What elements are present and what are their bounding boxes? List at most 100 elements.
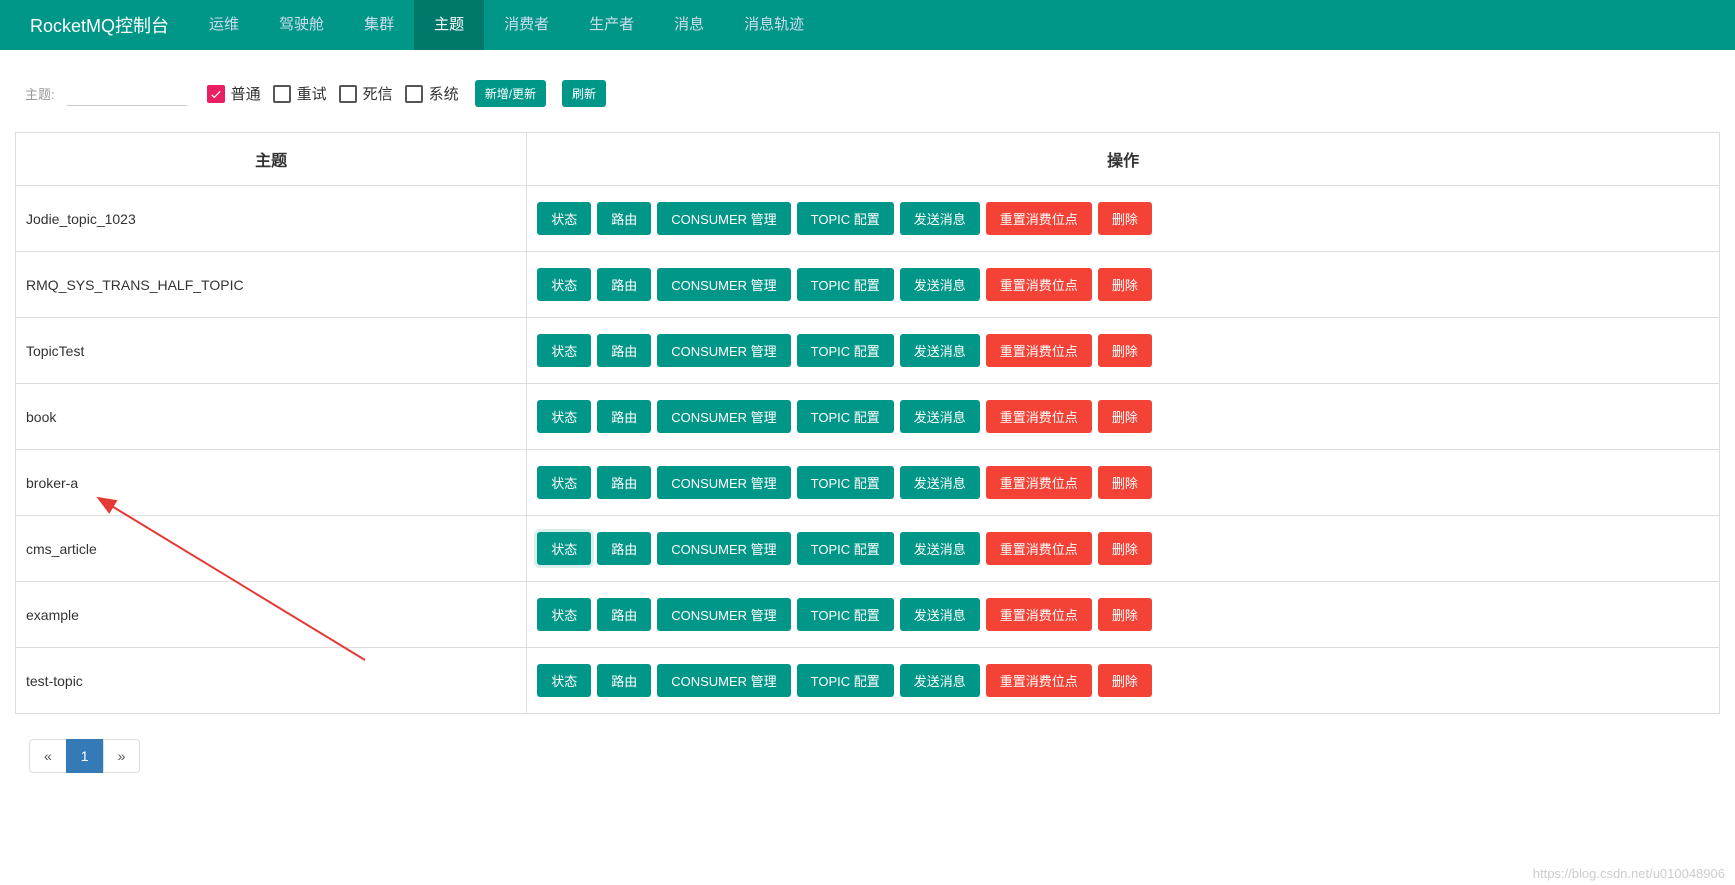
add-update-button[interactable]: 新增/更新	[475, 80, 546, 107]
topic-name-cell: TopicTest	[16, 318, 527, 384]
operations-cell: 状态路由CONSUMER 管理TOPIC 配置发送消息重置消费位点删除	[527, 384, 1720, 450]
topic-config-button[interactable]: TOPIC 配置	[797, 532, 894, 565]
send-message-button[interactable]: 发送消息	[900, 202, 980, 235]
nav-item-4[interactable]: 消费者	[484, 0, 569, 50]
page-next[interactable]: »	[103, 739, 141, 773]
filter-checkbox-3[interactable]: 系统	[405, 83, 459, 104]
route-button[interactable]: 路由	[597, 400, 651, 433]
delete-button[interactable]: 删除	[1098, 400, 1152, 433]
consumer-manage-button[interactable]: CONSUMER 管理	[657, 268, 790, 301]
column-header-topic: 主题	[16, 133, 527, 186]
filter-checkbox-0[interactable]: 普通	[207, 83, 261, 104]
table-row: test-topic 状态路由CONSUMER 管理TOPIC 配置发送消息重置消…	[16, 648, 1720, 714]
route-button[interactable]: 路由	[597, 466, 651, 499]
reset-consumer-offset-button[interactable]: 重置消费位点	[986, 334, 1092, 367]
send-message-button[interactable]: 发送消息	[900, 466, 980, 499]
table-row: broker-a 状态路由CONSUMER 管理TOPIC 配置发送消息重置消费位…	[16, 450, 1720, 516]
status-button[interactable]: 状态	[537, 532, 591, 565]
consumer-manage-button[interactable]: CONSUMER 管理	[657, 532, 790, 565]
topic-name-cell: broker-a	[16, 450, 527, 516]
reset-consumer-offset-button[interactable]: 重置消费位点	[986, 466, 1092, 499]
watermark: https://blog.csdn.net/u010048906	[1533, 866, 1725, 881]
delete-button[interactable]: 删除	[1098, 268, 1152, 301]
send-message-button[interactable]: 发送消息	[900, 268, 980, 301]
refresh-button[interactable]: 刷新	[562, 80, 606, 107]
topic-config-button[interactable]: TOPIC 配置	[797, 400, 894, 433]
topic-config-button[interactable]: TOPIC 配置	[797, 202, 894, 235]
delete-button[interactable]: 删除	[1098, 598, 1152, 631]
topic-name-cell: example	[16, 582, 527, 648]
operations-cell: 状态路由CONSUMER 管理TOPIC 配置发送消息重置消费位点删除	[527, 516, 1720, 582]
delete-button[interactable]: 删除	[1098, 334, 1152, 367]
reset-consumer-offset-button[interactable]: 重置消费位点	[986, 268, 1092, 301]
topic-name-cell: Jodie_topic_1023	[16, 186, 527, 252]
table-row: cms_article状态路由CONSUMER 管理TOPIC 配置发送消息重置…	[16, 516, 1720, 582]
checkbox-icon	[273, 85, 291, 103]
consumer-manage-button[interactable]: CONSUMER 管理	[657, 664, 790, 697]
send-message-button[interactable]: 发送消息	[900, 598, 980, 631]
filter-row: 主题: 普通重试死信系统 新增/更新 刷新	[15, 75, 1720, 132]
consumer-manage-button[interactable]: CONSUMER 管理	[657, 598, 790, 631]
route-button[interactable]: 路由	[597, 532, 651, 565]
reset-consumer-offset-button[interactable]: 重置消费位点	[986, 598, 1092, 631]
topic-name-cell: test-topic	[16, 648, 527, 714]
status-button[interactable]: 状态	[537, 268, 591, 301]
topic-search-input[interactable]	[67, 82, 187, 106]
delete-button[interactable]: 删除	[1098, 202, 1152, 235]
status-button[interactable]: 状态	[537, 664, 591, 697]
send-message-button[interactable]: 发送消息	[900, 400, 980, 433]
page-current[interactable]: 1	[66, 739, 104, 773]
status-button[interactable]: 状态	[537, 202, 591, 235]
checkbox-icon	[339, 85, 357, 103]
navbar-brand: RocketMQ控制台	[10, 12, 189, 38]
table-row: book状态路由CONSUMER 管理TOPIC 配置发送消息重置消费位点删除	[16, 384, 1720, 450]
content: 主题: 普通重试死信系统 新增/更新 刷新 主题 操作 Jodie_topic_…	[0, 50, 1735, 783]
operations-cell: 状态路由CONSUMER 管理TOPIC 配置发送消息重置消费位点删除	[527, 582, 1720, 648]
topic-name-cell: book	[16, 384, 527, 450]
route-button[interactable]: 路由	[597, 202, 651, 235]
reset-consumer-offset-button[interactable]: 重置消费位点	[986, 400, 1092, 433]
status-button[interactable]: 状态	[537, 400, 591, 433]
checkbox-icon	[207, 85, 225, 103]
filter-checkbox-2[interactable]: 死信	[339, 83, 393, 104]
topic-config-button[interactable]: TOPIC 配置	[797, 664, 894, 697]
send-message-button[interactable]: 发送消息	[900, 664, 980, 697]
topic-config-button[interactable]: TOPIC 配置	[797, 334, 894, 367]
route-button[interactable]: 路由	[597, 598, 651, 631]
delete-button[interactable]: 删除	[1098, 664, 1152, 697]
nav-item-2[interactable]: 集群	[344, 0, 414, 50]
reset-consumer-offset-button[interactable]: 重置消费位点	[986, 532, 1092, 565]
table-row: example状态路由CONSUMER 管理TOPIC 配置发送消息重置消费位点…	[16, 582, 1720, 648]
status-button[interactable]: 状态	[537, 598, 591, 631]
topic-config-button[interactable]: TOPIC 配置	[797, 598, 894, 631]
nav-item-7[interactable]: 消息轨迹	[724, 0, 824, 50]
reset-consumer-offset-button[interactable]: 重置消费位点	[986, 202, 1092, 235]
nav-item-6[interactable]: 消息	[654, 0, 724, 50]
consumer-manage-button[interactable]: CONSUMER 管理	[657, 202, 790, 235]
page-prev[interactable]: «	[29, 739, 67, 773]
consumer-manage-button[interactable]: CONSUMER 管理	[657, 334, 790, 367]
nav-item-3[interactable]: 主题	[414, 0, 484, 50]
nav-item-0[interactable]: 运维	[189, 0, 259, 50]
delete-button[interactable]: 删除	[1098, 466, 1152, 499]
route-button[interactable]: 路由	[597, 334, 651, 367]
route-button[interactable]: 路由	[597, 664, 651, 697]
send-message-button[interactable]: 发送消息	[900, 532, 980, 565]
status-button[interactable]: 状态	[537, 334, 591, 367]
nav-item-5[interactable]: 生产者	[569, 0, 654, 50]
filter-checkbox-1[interactable]: 重试	[273, 83, 327, 104]
topic-config-button[interactable]: TOPIC 配置	[797, 466, 894, 499]
checkbox-label: 重试	[297, 83, 327, 104]
table-row: RMQ_SYS_TRANS_HALF_TOPIC状态路由CONSUMER 管理T…	[16, 252, 1720, 318]
consumer-manage-button[interactable]: CONSUMER 管理	[657, 400, 790, 433]
table-row: Jodie_topic_1023 状态路由CONSUMER 管理TOPIC 配置发…	[16, 186, 1720, 252]
consumer-manage-button[interactable]: CONSUMER 管理	[657, 466, 790, 499]
send-message-button[interactable]: 发送消息	[900, 334, 980, 367]
topic-config-button[interactable]: TOPIC 配置	[797, 268, 894, 301]
route-button[interactable]: 路由	[597, 268, 651, 301]
nav-item-1[interactable]: 驾驶舱	[259, 0, 344, 50]
delete-button[interactable]: 删除	[1098, 532, 1152, 565]
reset-consumer-offset-button[interactable]: 重置消费位点	[986, 664, 1092, 697]
operations-cell: 状态路由CONSUMER 管理TOPIC 配置发送消息重置消费位点删除	[527, 318, 1720, 384]
status-button[interactable]: 状态	[537, 466, 591, 499]
